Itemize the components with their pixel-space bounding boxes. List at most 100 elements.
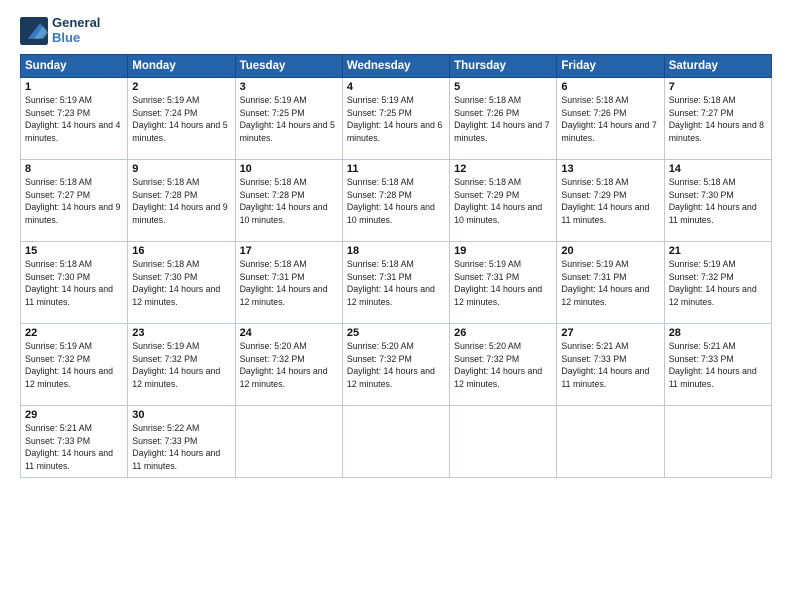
day-number: 19 (454, 245, 552, 257)
calendar-cell: 7Sunrise: 5:18 AMSunset: 7:27 PMDaylight… (664, 77, 771, 159)
day-number: 3 (240, 81, 338, 93)
calendar-cell (450, 405, 557, 477)
day-number: 5 (454, 81, 552, 93)
day-number: 29 (25, 409, 123, 421)
day-number: 26 (454, 327, 552, 339)
day-info: Sunrise: 5:19 AMSunset: 7:25 PMDaylight:… (347, 94, 445, 145)
day-number: 7 (669, 81, 767, 93)
calendar-cell: 10Sunrise: 5:18 AMSunset: 7:28 PMDayligh… (235, 159, 342, 241)
day-info: Sunrise: 5:18 AMSunset: 7:27 PMDaylight:… (25, 176, 123, 227)
day-info: Sunrise: 5:20 AMSunset: 7:32 PMDaylight:… (240, 340, 338, 391)
day-info: Sunrise: 5:19 AMSunset: 7:25 PMDaylight:… (240, 94, 338, 145)
day-info: Sunrise: 5:22 AMSunset: 7:33 PMDaylight:… (132, 422, 230, 473)
day-number: 24 (240, 327, 338, 339)
day-number: 27 (561, 327, 659, 339)
day-number: 14 (669, 163, 767, 175)
day-info: Sunrise: 5:18 AMSunset: 7:29 PMDaylight:… (454, 176, 552, 227)
weekday-header-friday: Friday (557, 54, 664, 77)
calendar-cell: 18Sunrise: 5:18 AMSunset: 7:31 PMDayligh… (342, 241, 449, 323)
calendar-cell (557, 405, 664, 477)
weekday-header-sunday: Sunday (21, 54, 128, 77)
calendar: SundayMondayTuesdayWednesdayThursdayFrid… (20, 54, 772, 478)
day-info: Sunrise: 5:19 AMSunset: 7:32 PMDaylight:… (669, 258, 767, 309)
day-info: Sunrise: 5:21 AMSunset: 7:33 PMDaylight:… (25, 422, 123, 473)
calendar-cell: 22Sunrise: 5:19 AMSunset: 7:32 PMDayligh… (21, 323, 128, 405)
weekday-header-saturday: Saturday (664, 54, 771, 77)
weekday-header-wednesday: Wednesday (342, 54, 449, 77)
day-info: Sunrise: 5:19 AMSunset: 7:24 PMDaylight:… (132, 94, 230, 145)
day-number: 8 (25, 163, 123, 175)
day-info: Sunrise: 5:18 AMSunset: 7:28 PMDaylight:… (347, 176, 445, 227)
day-number: 15 (25, 245, 123, 257)
calendar-cell: 13Sunrise: 5:18 AMSunset: 7:29 PMDayligh… (557, 159, 664, 241)
day-info: Sunrise: 5:19 AMSunset: 7:31 PMDaylight:… (561, 258, 659, 309)
calendar-cell: 23Sunrise: 5:19 AMSunset: 7:32 PMDayligh… (128, 323, 235, 405)
calendar-cell: 15Sunrise: 5:18 AMSunset: 7:30 PMDayligh… (21, 241, 128, 323)
day-info: Sunrise: 5:19 AMSunset: 7:31 PMDaylight:… (454, 258, 552, 309)
day-info: Sunrise: 5:21 AMSunset: 7:33 PMDaylight:… (669, 340, 767, 391)
day-info: Sunrise: 5:18 AMSunset: 7:31 PMDaylight:… (240, 258, 338, 309)
day-info: Sunrise: 5:18 AMSunset: 7:30 PMDaylight:… (132, 258, 230, 309)
calendar-cell: 16Sunrise: 5:18 AMSunset: 7:30 PMDayligh… (128, 241, 235, 323)
calendar-cell: 30Sunrise: 5:22 AMSunset: 7:33 PMDayligh… (128, 405, 235, 477)
logo: General Blue (20, 16, 100, 46)
calendar-cell: 20Sunrise: 5:19 AMSunset: 7:31 PMDayligh… (557, 241, 664, 323)
calendar-cell (664, 405, 771, 477)
day-info: Sunrise: 5:18 AMSunset: 7:26 PMDaylight:… (561, 94, 659, 145)
calendar-cell: 12Sunrise: 5:18 AMSunset: 7:29 PMDayligh… (450, 159, 557, 241)
weekday-header-thursday: Thursday (450, 54, 557, 77)
day-number: 16 (132, 245, 230, 257)
day-number: 25 (347, 327, 445, 339)
day-info: Sunrise: 5:19 AMSunset: 7:32 PMDaylight:… (25, 340, 123, 391)
calendar-cell: 11Sunrise: 5:18 AMSunset: 7:28 PMDayligh… (342, 159, 449, 241)
day-info: Sunrise: 5:19 AMSunset: 7:32 PMDaylight:… (132, 340, 230, 391)
calendar-cell: 4Sunrise: 5:19 AMSunset: 7:25 PMDaylight… (342, 77, 449, 159)
calendar-cell (235, 405, 342, 477)
day-number: 11 (347, 163, 445, 175)
day-info: Sunrise: 5:18 AMSunset: 7:30 PMDaylight:… (25, 258, 123, 309)
calendar-cell: 28Sunrise: 5:21 AMSunset: 7:33 PMDayligh… (664, 323, 771, 405)
day-number: 22 (25, 327, 123, 339)
weekday-header-monday: Monday (128, 54, 235, 77)
calendar-cell: 6Sunrise: 5:18 AMSunset: 7:26 PMDaylight… (557, 77, 664, 159)
day-info: Sunrise: 5:20 AMSunset: 7:32 PMDaylight:… (454, 340, 552, 391)
weekday-header-tuesday: Tuesday (235, 54, 342, 77)
day-info: Sunrise: 5:18 AMSunset: 7:26 PMDaylight:… (454, 94, 552, 145)
calendar-cell (342, 405, 449, 477)
calendar-cell: 2Sunrise: 5:19 AMSunset: 7:24 PMDaylight… (128, 77, 235, 159)
day-number: 28 (669, 327, 767, 339)
calendar-cell: 19Sunrise: 5:19 AMSunset: 7:31 PMDayligh… (450, 241, 557, 323)
day-info: Sunrise: 5:18 AMSunset: 7:28 PMDaylight:… (240, 176, 338, 227)
day-number: 9 (132, 163, 230, 175)
calendar-cell: 9Sunrise: 5:18 AMSunset: 7:28 PMDaylight… (128, 159, 235, 241)
day-info: Sunrise: 5:19 AMSunset: 7:23 PMDaylight:… (25, 94, 123, 145)
day-info: Sunrise: 5:20 AMSunset: 7:32 PMDaylight:… (347, 340, 445, 391)
logo-icon (20, 17, 48, 45)
day-number: 20 (561, 245, 659, 257)
day-number: 21 (669, 245, 767, 257)
day-info: Sunrise: 5:21 AMSunset: 7:33 PMDaylight:… (561, 340, 659, 391)
day-number: 30 (132, 409, 230, 421)
calendar-cell: 14Sunrise: 5:18 AMSunset: 7:30 PMDayligh… (664, 159, 771, 241)
day-number: 4 (347, 81, 445, 93)
day-number: 12 (454, 163, 552, 175)
calendar-cell: 3Sunrise: 5:19 AMSunset: 7:25 PMDaylight… (235, 77, 342, 159)
calendar-cell: 24Sunrise: 5:20 AMSunset: 7:32 PMDayligh… (235, 323, 342, 405)
day-info: Sunrise: 5:18 AMSunset: 7:27 PMDaylight:… (669, 94, 767, 145)
day-number: 10 (240, 163, 338, 175)
calendar-cell: 5Sunrise: 5:18 AMSunset: 7:26 PMDaylight… (450, 77, 557, 159)
day-info: Sunrise: 5:18 AMSunset: 7:29 PMDaylight:… (561, 176, 659, 227)
calendar-cell: 17Sunrise: 5:18 AMSunset: 7:31 PMDayligh… (235, 241, 342, 323)
day-number: 1 (25, 81, 123, 93)
day-info: Sunrise: 5:18 AMSunset: 7:31 PMDaylight:… (347, 258, 445, 309)
day-number: 13 (561, 163, 659, 175)
logo-line2: Blue (52, 31, 100, 46)
day-number: 23 (132, 327, 230, 339)
day-number: 17 (240, 245, 338, 257)
day-number: 6 (561, 81, 659, 93)
day-info: Sunrise: 5:18 AMSunset: 7:30 PMDaylight:… (669, 176, 767, 227)
calendar-cell: 26Sunrise: 5:20 AMSunset: 7:32 PMDayligh… (450, 323, 557, 405)
calendar-cell: 1Sunrise: 5:19 AMSunset: 7:23 PMDaylight… (21, 77, 128, 159)
calendar-cell: 25Sunrise: 5:20 AMSunset: 7:32 PMDayligh… (342, 323, 449, 405)
day-number: 2 (132, 81, 230, 93)
